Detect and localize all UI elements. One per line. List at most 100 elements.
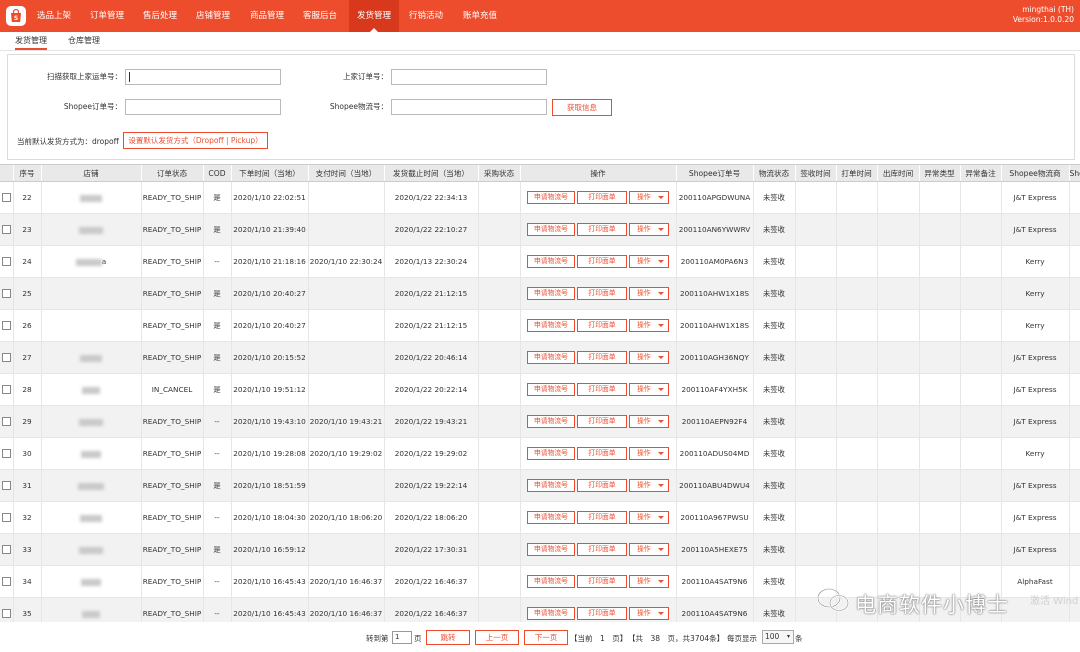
shopee-tracking-input[interactable] <box>391 99 547 115</box>
more-actions-dropdown[interactable]: 操作 <box>629 287 669 300</box>
more-actions-dropdown[interactable]: 操作 <box>629 351 669 364</box>
header-outbound-time[interactable]: 出库时间 <box>877 165 920 182</box>
header-order-status[interactable]: 订单状态 <box>141 165 204 182</box>
header-purchase-status[interactable]: 采购状态 <box>478 165 521 182</box>
apply-tracking-button[interactable]: 申请物流号 <box>527 191 575 204</box>
table-row[interactable]: 22 READY_TO_SHIP 是 2020/1/10 22:02:51 2020/1… <box>0 181 1080 214</box>
header-no[interactable]: 序号 <box>13 165 42 182</box>
apply-tracking-button[interactable]: 申请物流号 <box>527 255 575 268</box>
header-shopee-order-no[interactable]: Shopee订单号 <box>676 165 754 182</box>
row-checkbox[interactable] <box>1 609 11 619</box>
tab-warehouse-management[interactable]: 仓库管理 <box>68 32 100 50</box>
row-checkbox[interactable] <box>1 321 11 331</box>
goto-page-input[interactable]: 1 <box>392 631 412 644</box>
supplier-order-input[interactable] <box>391 69 547 85</box>
header-shopee-carrier[interactable]: Shopee物流商 <box>1001 165 1070 182</box>
header-print-time[interactable]: 打单时间 <box>836 165 878 182</box>
table-row[interactable]: 26 READY_TO_SHIP 是 2020/1/10 20:40:27 2020/1… <box>0 309 1080 342</box>
apply-tracking-button[interactable]: 申请物流号 <box>527 383 575 396</box>
apply-tracking-button[interactable]: 申请物流号 <box>527 223 575 236</box>
header-logistics-status[interactable]: 物流状态 <box>753 165 796 182</box>
nav-item-billing[interactable]: 账单充值 <box>463 0 497 32</box>
apply-tracking-button[interactable]: 申请物流号 <box>527 543 575 556</box>
print-waybill-button[interactable]: 打印面单 <box>577 543 627 556</box>
per-page-select[interactable]: 100 ▾ <box>762 630 794 644</box>
header-pay-time[interactable]: 支付时间（当地） <box>308 165 385 182</box>
row-checkbox[interactable] <box>1 353 11 363</box>
header-ship-deadline[interactable]: 发货截止时间（当地） <box>384 165 479 182</box>
more-actions-dropdown[interactable]: 操作 <box>629 223 669 236</box>
row-checkbox[interactable] <box>1 257 11 267</box>
print-waybill-button[interactable]: 打印面单 <box>577 383 627 396</box>
apply-tracking-button[interactable]: 申请物流号 <box>527 575 575 588</box>
header-shop[interactable]: 店铺 <box>41 165 142 182</box>
table-row[interactable]: 31 READY_TO_SHIP 是 2020/1/10 18:51:59 2020/1… <box>0 469 1080 502</box>
more-actions-dropdown[interactable]: 操作 <box>629 415 669 428</box>
row-checkbox[interactable] <box>1 577 11 587</box>
tab-shipping-management[interactable]: 发货管理 <box>15 32 47 50</box>
apply-tracking-button[interactable]: 申请物流号 <box>527 479 575 492</box>
apply-tracking-button[interactable]: 申请物流号 <box>527 351 575 364</box>
row-checkbox[interactable] <box>1 481 11 491</box>
apply-tracking-button[interactable]: 申请物流号 <box>527 607 575 620</box>
nav-item-shops[interactable]: 店铺管理 <box>196 0 230 32</box>
shopee-order-input[interactable] <box>125 99 281 115</box>
row-checkbox[interactable] <box>1 449 11 459</box>
table-row[interactable]: 30 READY_TO_SHIP -- 2020/1/10 19:28:08 2020/… <box>0 437 1080 470</box>
jump-button[interactable]: 跳转 <box>426 630 470 645</box>
table-row[interactable]: 27 READY_TO_SHIP 是 2020/1/10 20:15:52 2020/1… <box>0 341 1080 374</box>
print-waybill-button[interactable]: 打印面单 <box>577 319 627 332</box>
nav-item-orders[interactable]: 订单管理 <box>90 0 124 32</box>
set-default-shipping-button[interactable]: 设置默认发货方式（Dropoff | Pickup） <box>123 132 268 149</box>
nav-item-customer-service[interactable]: 客服后台 <box>303 0 337 32</box>
more-actions-dropdown[interactable]: 操作 <box>629 607 669 620</box>
row-checkbox[interactable] <box>1 513 11 523</box>
prev-page-button[interactable]: 上一页 <box>475 630 519 645</box>
header-exception-note[interactable]: 异常备注 <box>960 165 1002 182</box>
more-actions-dropdown[interactable]: 操作 <box>629 479 669 492</box>
more-actions-dropdown[interactable]: 操作 <box>629 191 669 204</box>
more-actions-dropdown[interactable]: 操作 <box>629 575 669 588</box>
header-sho-truncated[interactable]: Sho <box>1069 165 1080 182</box>
nav-item-listing[interactable]: 选品上架 <box>37 0 71 32</box>
next-page-button[interactable]: 下一页 <box>524 630 568 645</box>
more-actions-dropdown[interactable]: 操作 <box>629 511 669 524</box>
header-cod[interactable]: COD <box>203 165 232 182</box>
row-checkbox[interactable] <box>1 289 11 299</box>
print-waybill-button[interactable]: 打印面单 <box>577 575 627 588</box>
row-checkbox[interactable] <box>1 545 11 555</box>
header-order-time[interactable]: 下单时间（当地） <box>231 165 309 182</box>
apply-tracking-button[interactable]: 申请物流号 <box>527 287 575 300</box>
header-sign-time[interactable]: 签收时间 <box>795 165 837 182</box>
table-row[interactable]: 28 IN_CANCEL 是 2020/1/10 19:51:12 2020/1/22 … <box>0 373 1080 406</box>
print-waybill-button[interactable]: 打印面单 <box>577 415 627 428</box>
nav-item-aftersales[interactable]: 售后处理 <box>143 0 177 32</box>
print-waybill-button[interactable]: 打印面单 <box>577 287 627 300</box>
print-waybill-button[interactable]: 打印面单 <box>577 351 627 364</box>
row-checkbox[interactable] <box>1 417 11 427</box>
apply-tracking-button[interactable]: 申请物流号 <box>527 447 575 460</box>
row-checkbox[interactable] <box>1 225 11 235</box>
apply-tracking-button[interactable]: 申请物流号 <box>527 415 575 428</box>
print-waybill-button[interactable]: 打印面单 <box>577 255 627 268</box>
table-row[interactable]: 25 READY_TO_SHIP 是 2020/1/10 20:40:27 2020/1… <box>0 277 1080 310</box>
more-actions-dropdown[interactable]: 操作 <box>629 383 669 396</box>
table-row[interactable]: 29 READY_TO_SHIP -- 2020/1/10 19:43:10 2020/… <box>0 405 1080 438</box>
print-waybill-button[interactable]: 打印面单 <box>577 191 627 204</box>
apply-tracking-button[interactable]: 申请物流号 <box>527 511 575 524</box>
table-row[interactable]: 23 READY_TO_SHIP 是 2020/1/10 21:39:40 2020/1… <box>0 213 1080 246</box>
more-actions-dropdown[interactable]: 操作 <box>629 255 669 268</box>
table-row[interactable]: 24 a READY_TO_SHIP -- 2020/1/10 21:18:16 2020… <box>0 245 1080 278</box>
row-checkbox[interactable] <box>1 385 11 395</box>
print-waybill-button[interactable]: 打印面单 <box>577 511 627 524</box>
nav-item-products[interactable]: 商品管理 <box>250 0 284 32</box>
print-waybill-button[interactable]: 打印面单 <box>577 479 627 492</box>
more-actions-dropdown[interactable]: 操作 <box>629 543 669 556</box>
print-waybill-button[interactable]: 打印面单 <box>577 447 627 460</box>
more-actions-dropdown[interactable]: 操作 <box>629 319 669 332</box>
table-row[interactable]: 33 READY_TO_SHIP 是 2020/1/10 16:59:12 2020/1… <box>0 533 1080 566</box>
nav-item-marketing[interactable]: 行销活动 <box>409 0 443 32</box>
print-waybill-button[interactable]: 打印面单 <box>577 607 627 620</box>
scan-tracking-input[interactable] <box>125 69 281 85</box>
row-checkbox[interactable] <box>1 193 11 203</box>
